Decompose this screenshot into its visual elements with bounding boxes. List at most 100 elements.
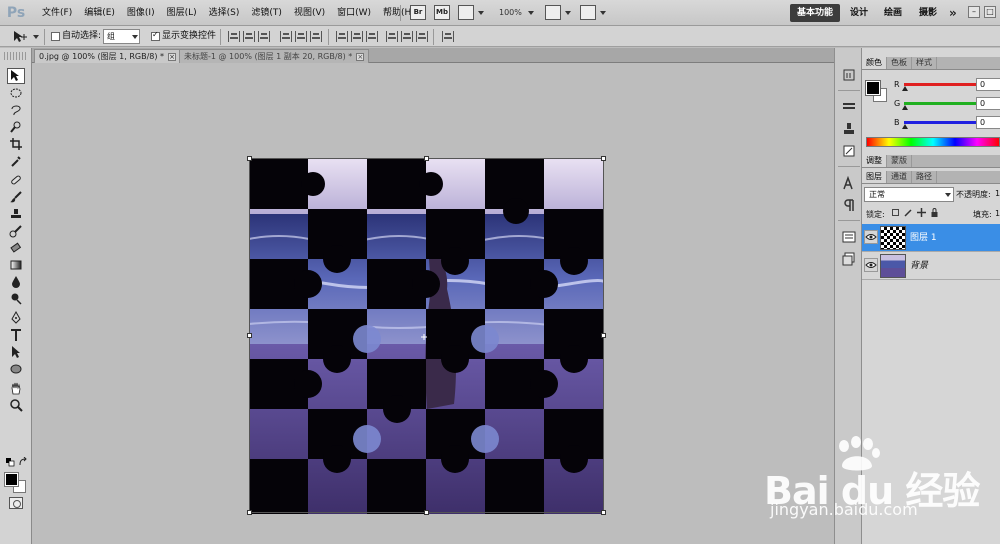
menu-layer[interactable]: 图层(L) bbox=[161, 0, 203, 26]
align-top-icon[interactable] bbox=[228, 31, 240, 42]
red-slider-thumb[interactable] bbox=[902, 86, 908, 91]
more-workspaces-icon[interactable]: » bbox=[949, 0, 957, 26]
transform-handle-left[interactable] bbox=[247, 333, 252, 338]
auto-select-checkbox[interactable] bbox=[51, 32, 60, 41]
distribute-left-icon[interactable] bbox=[386, 31, 398, 42]
align-hcenter-icon[interactable] bbox=[295, 31, 307, 42]
healing-brush-tool[interactable] bbox=[7, 172, 25, 188]
tab-styles[interactable]: 样式 bbox=[912, 57, 937, 69]
tab-masks[interactable]: 蒙版 bbox=[887, 155, 912, 167]
history-panel-icon[interactable] bbox=[842, 68, 856, 82]
foreground-color[interactable] bbox=[4, 472, 19, 487]
workspace-design[interactable]: 设计 bbox=[850, 0, 868, 26]
blue-value-field[interactable]: 0 bbox=[976, 116, 1000, 129]
zoom-level[interactable]: 100% bbox=[499, 0, 522, 26]
minimize-icon[interactable]: – bbox=[968, 6, 980, 18]
default-colors-icon[interactable] bbox=[6, 458, 15, 467]
distribute-right-icon[interactable] bbox=[416, 31, 428, 42]
visibility-toggle[interactable] bbox=[864, 258, 878, 272]
tab-swatches[interactable]: 色板 bbox=[887, 57, 912, 69]
dodge-tool[interactable] bbox=[7, 291, 25, 307]
swap-colors-icon[interactable] bbox=[18, 457, 28, 467]
workspace-photography[interactable]: 摄影 bbox=[919, 0, 937, 26]
eraser-tool[interactable] bbox=[7, 240, 25, 256]
screen-mode-dropdown-icon[interactable] bbox=[600, 11, 606, 15]
hand-tool[interactable] bbox=[7, 380, 25, 396]
tools-panel-grip[interactable] bbox=[4, 52, 26, 60]
distribute-hcenter-icon[interactable] bbox=[401, 31, 413, 42]
transform-handle-bottom-right[interactable] bbox=[601, 510, 606, 515]
move-tool[interactable] bbox=[7, 68, 25, 84]
workspace-essentials[interactable]: 基本功能 bbox=[790, 4, 840, 22]
opacity-value[interactable]: 1 bbox=[995, 189, 1000, 198]
green-value-field[interactable]: 0 bbox=[976, 97, 1000, 110]
transform-handle-bottom[interactable] bbox=[424, 510, 429, 515]
transform-handle-right[interactable] bbox=[601, 333, 606, 338]
menu-edit[interactable]: 编辑(E) bbox=[78, 0, 121, 26]
align-bottom-icon[interactable] bbox=[258, 31, 270, 42]
lock-transparent-icon[interactable] bbox=[892, 209, 899, 216]
move-tool-icon[interactable] bbox=[12, 30, 28, 44]
view-extras-icon[interactable] bbox=[458, 5, 474, 20]
distribute-bottom-icon[interactable] bbox=[366, 31, 378, 42]
clone-stamp-tool[interactable] bbox=[7, 206, 25, 222]
tab-document-2[interactable]: 未标题-1 @ 100% (图层 1 副本 20, RGB/8) * × bbox=[179, 49, 370, 63]
bridge-icon[interactable]: Br bbox=[410, 5, 426, 20]
tab-paths[interactable]: 路径 bbox=[912, 171, 937, 183]
menu-filter[interactable]: 滤镜(T) bbox=[245, 0, 288, 26]
blue-slider-thumb[interactable] bbox=[902, 124, 908, 129]
history-brush-tool[interactable] bbox=[7, 223, 25, 239]
eyedropper-tool[interactable] bbox=[7, 153, 25, 169]
shape-tool[interactable] bbox=[7, 361, 25, 377]
screen-mode-icon[interactable] bbox=[580, 5, 596, 20]
arrange-dropdown-icon[interactable] bbox=[565, 11, 571, 15]
gradient-tool[interactable] bbox=[7, 257, 25, 273]
quick-mask-icon[interactable] bbox=[9, 497, 23, 509]
fill-value[interactable]: 1 bbox=[995, 209, 1000, 218]
color-spectrum-bar[interactable] bbox=[866, 137, 1000, 147]
color-panel-foreground[interactable] bbox=[865, 80, 881, 96]
align-right-icon[interactable] bbox=[310, 31, 322, 42]
marquee-tool[interactable] bbox=[7, 85, 25, 101]
distribute-top-icon[interactable] bbox=[336, 31, 348, 42]
navigator-icon[interactable] bbox=[842, 252, 856, 266]
menu-window[interactable]: 窗口(W) bbox=[331, 0, 377, 26]
menu-image[interactable]: 图像(I) bbox=[121, 0, 161, 26]
layer-comps-icon[interactable] bbox=[842, 230, 856, 244]
transform-handle-bottom-left[interactable] bbox=[247, 510, 252, 515]
menu-select[interactable]: 选择(S) bbox=[203, 0, 246, 26]
green-slider-thumb[interactable] bbox=[902, 105, 908, 110]
arrange-documents-icon[interactable] bbox=[545, 5, 561, 20]
show-transform-checkbox[interactable] bbox=[151, 30, 160, 41]
tab-layers[interactable]: 图层 bbox=[862, 171, 887, 183]
transform-handle-top-left[interactable] bbox=[247, 156, 252, 161]
path-selection-tool[interactable] bbox=[7, 344, 25, 360]
type-tool[interactable] bbox=[7, 327, 25, 343]
lasso-tool[interactable] bbox=[7, 102, 25, 118]
transform-handle-top-right[interactable] bbox=[601, 156, 606, 161]
menu-view[interactable]: 视图(V) bbox=[288, 0, 331, 26]
zoom-tool[interactable] bbox=[7, 397, 25, 413]
tab-adjustments[interactable]: 调整 bbox=[862, 155, 887, 167]
blur-tool[interactable] bbox=[7, 274, 25, 290]
lock-position-icon[interactable] bbox=[917, 208, 926, 217]
auto-select-target-select[interactable]: 组 bbox=[103, 29, 140, 44]
pen-tool[interactable] bbox=[7, 310, 25, 326]
view-extras-dropdown-icon[interactable] bbox=[478, 11, 484, 15]
close-icon[interactable]: × bbox=[168, 53, 177, 61]
quick-select-tool[interactable] bbox=[7, 119, 25, 135]
tool-preset-dropdown-icon[interactable] bbox=[33, 35, 39, 39]
zoom-dropdown-icon[interactable] bbox=[528, 11, 534, 15]
menu-file[interactable]: 文件(F) bbox=[36, 0, 78, 26]
tab-document-1[interactable]: 0.jpg @ 100% (图层 1, RGB/8) * × bbox=[34, 49, 182, 63]
transform-handle-top[interactable] bbox=[424, 156, 429, 161]
red-value-field[interactable]: 0 bbox=[976, 78, 1000, 91]
align-vcenter-icon[interactable] bbox=[243, 31, 255, 42]
layer-row-background[interactable]: 背景 bbox=[862, 252, 1000, 280]
lock-pixels-icon[interactable] bbox=[904, 208, 913, 217]
brush-presets-icon[interactable] bbox=[842, 100, 856, 114]
visibility-toggle[interactable] bbox=[864, 230, 878, 244]
paragraph-panel-icon[interactable] bbox=[842, 198, 856, 212]
close-icon[interactable]: × bbox=[356, 53, 365, 61]
distribute-vcenter-icon[interactable] bbox=[351, 31, 363, 42]
